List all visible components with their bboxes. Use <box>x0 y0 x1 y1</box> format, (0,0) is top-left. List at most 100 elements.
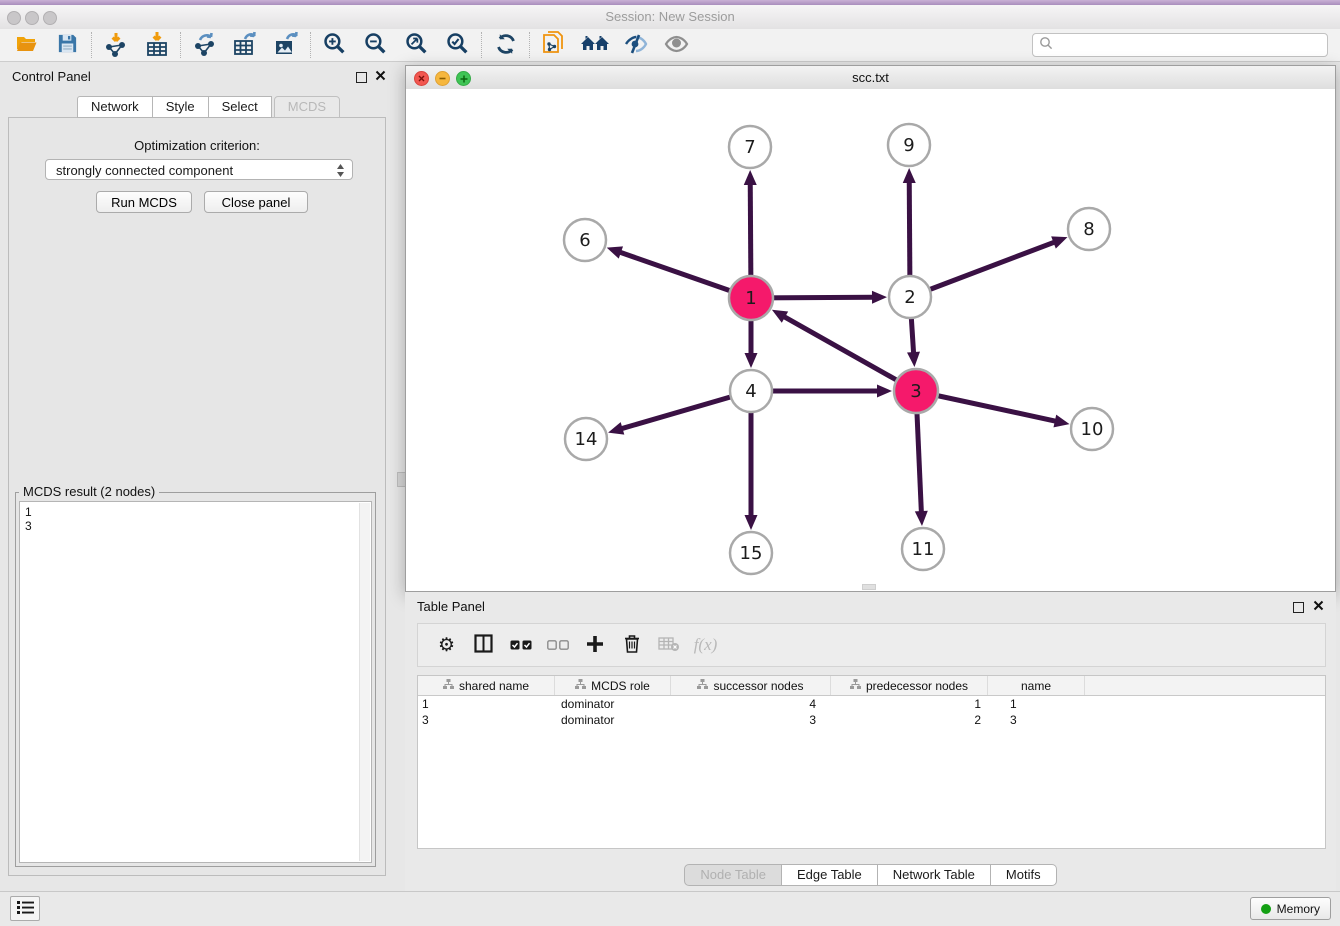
close-panel-button[interactable]: Close panel <box>204 191 308 213</box>
table-row[interactable]: 3dominator323 <box>418 712 1325 728</box>
table-cell[interactable]: 4 <box>671 696 831 712</box>
graph-arrowhead-4-14 <box>608 422 624 434</box>
table-header-row: shared nameMCDS rolesuccessor nodes prede… <box>418 676 1325 696</box>
deselect-all-columns-button[interactable] <box>539 628 576 662</box>
import-network-button[interactable] <box>95 30 136 60</box>
search-box[interactable] <box>1032 33 1328 57</box>
tab-network-table[interactable]: Network Table <box>878 864 991 886</box>
network-view-window: scc.txt 7968124314101511 <box>405 65 1336 592</box>
delete-table-button[interactable] <box>650 628 687 662</box>
export-network-button[interactable] <box>184 30 225 60</box>
tab-node-table[interactable]: Node Table <box>684 864 782 886</box>
graph-arrowhead-1-4 <box>745 353 758 368</box>
table-cell[interactable]: dominator <box>555 696 671 712</box>
run-mcds-button[interactable]: Run MCDS <box>96 191 192 213</box>
table-cell[interactable]: 1 <box>831 696 988 712</box>
column-header-successor-nodes[interactable]: successor nodes <box>671 676 831 695</box>
show-graphics-details-button[interactable] <box>656 30 697 60</box>
close-panel-icon[interactable] <box>1313 600 1324 614</box>
graph-node-label-6: 6 <box>579 230 590 251</box>
control-panel-tabs: Network Style Select MCDS <box>77 96 340 118</box>
column-header-mcds-role[interactable]: MCDS role <box>555 676 671 695</box>
main-toolbar <box>0 29 1340 62</box>
result-scrollbar[interactable] <box>359 503 370 861</box>
refresh-view-button[interactable] <box>485 30 526 60</box>
open-session-button[interactable] <box>6 30 47 60</box>
mcds-result-text[interactable]: 1 3 <box>19 501 372 863</box>
memory-label: Memory <box>1277 902 1320 916</box>
column-header-label: predecessor nodes <box>866 679 968 693</box>
graph-edge-2-8[interactable] <box>910 242 1055 297</box>
close-panel-icon[interactable] <box>375 70 386 84</box>
apply-function-button[interactable]: f(x) <box>687 628 724 662</box>
app-window: Session: New Session Control Panel <box>0 0 1340 926</box>
toolbar-separator <box>529 32 530 58</box>
column-type-icon <box>697 679 708 693</box>
table-cell[interactable]: 3 <box>418 712 555 728</box>
tab-edge-table[interactable]: Edge Table <box>782 864 878 886</box>
tab-select[interactable]: Select <box>209 96 272 118</box>
float-panel-icon[interactable] <box>1293 602 1304 613</box>
table-row[interactable]: 1dominator411 <box>418 696 1325 712</box>
memory-button[interactable]: Memory <box>1250 897 1331 920</box>
node-table: shared nameMCDS rolesuccessor nodes prede… <box>417 675 1326 849</box>
graph-node-label-11: 11 <box>912 539 935 560</box>
network-from-file-button[interactable] <box>533 30 574 60</box>
graph-arrowhead-1-2 <box>872 291 887 304</box>
column-type-icon <box>575 679 586 693</box>
network-canvas[interactable]: 7968124314101511 <box>406 89 1335 591</box>
mcds-result-title: MCDS result (2 nodes) <box>19 484 159 499</box>
column-header-shared-name[interactable]: shared name <box>418 676 555 695</box>
tab-network[interactable]: Network <box>77 96 153 118</box>
import-network-icon <box>103 31 129 60</box>
hide-graphics-details-button[interactable] <box>615 30 656 60</box>
export-network-icon <box>192 31 218 60</box>
control-panel-header: Control Panel <box>0 62 394 92</box>
memory-status-dot-icon <box>1261 904 1271 914</box>
delete-column-button[interactable] <box>613 628 650 662</box>
graph-node-label-7: 7 <box>744 137 755 158</box>
export-image-button[interactable] <box>266 30 307 60</box>
split-panel-button[interactable] <box>465 628 502 662</box>
table-cell[interactable]: 2 <box>831 712 988 728</box>
column-header-name[interactable]: name <box>988 676 1085 695</box>
tab-motifs[interactable]: Motifs <box>991 864 1057 886</box>
open-folder-icon <box>14 32 40 59</box>
zoom-in-button[interactable] <box>314 30 355 60</box>
gear-icon: ⚙ <box>438 636 455 655</box>
float-panel-icon[interactable] <box>356 72 367 83</box>
column-header-predecessor-nodes[interactable]: predecessor nodes <box>831 676 988 695</box>
network-window-titlebar[interactable]: scc.txt <box>406 66 1335 90</box>
graph-node-label-8: 8 <box>1083 219 1094 240</box>
search-input[interactable] <box>1057 37 1327 53</box>
houses-button[interactable] <box>574 30 615 60</box>
network-window-title: scc.txt <box>406 66 1335 89</box>
add-column-button[interactable] <box>576 628 613 662</box>
column-header-label: name <box>1021 679 1051 693</box>
tab-style[interactable]: Style <box>153 96 209 118</box>
toolbar-separator <box>481 32 482 58</box>
tab-mcds[interactable]: MCDS <box>274 96 340 118</box>
criterion-select[interactable]: strongly connected component <box>45 159 353 180</box>
zoom-selected-button[interactable] <box>437 30 478 60</box>
zoom-out-button[interactable] <box>355 30 396 60</box>
graph-node-label-4: 4 <box>745 381 756 402</box>
table-cell[interactable]: 1 <box>418 696 555 712</box>
search-icon <box>1039 36 1053 55</box>
table-settings-button[interactable]: ⚙ <box>428 628 465 662</box>
table-panel-title: Table Panel <box>417 592 485 622</box>
window-resize-handle[interactable] <box>862 584 876 590</box>
checked-boxes-icon <box>510 638 532 653</box>
select-all-columns-button[interactable] <box>502 628 539 662</box>
export-table-button[interactable] <box>225 30 266 60</box>
control-panel-title: Control Panel <box>12 62 91 92</box>
table-cell[interactable]: dominator <box>555 712 671 728</box>
table-cell[interactable]: 3 <box>988 712 1085 728</box>
zoom-fit-button[interactable] <box>396 30 437 60</box>
table-cell[interactable]: 3 <box>671 712 831 728</box>
graph-node-label-10: 10 <box>1081 419 1104 440</box>
save-session-button[interactable] <box>47 30 88 60</box>
import-table-button[interactable] <box>136 30 177 60</box>
table-cell[interactable]: 1 <box>988 696 1085 712</box>
task-history-button[interactable] <box>10 896 40 921</box>
